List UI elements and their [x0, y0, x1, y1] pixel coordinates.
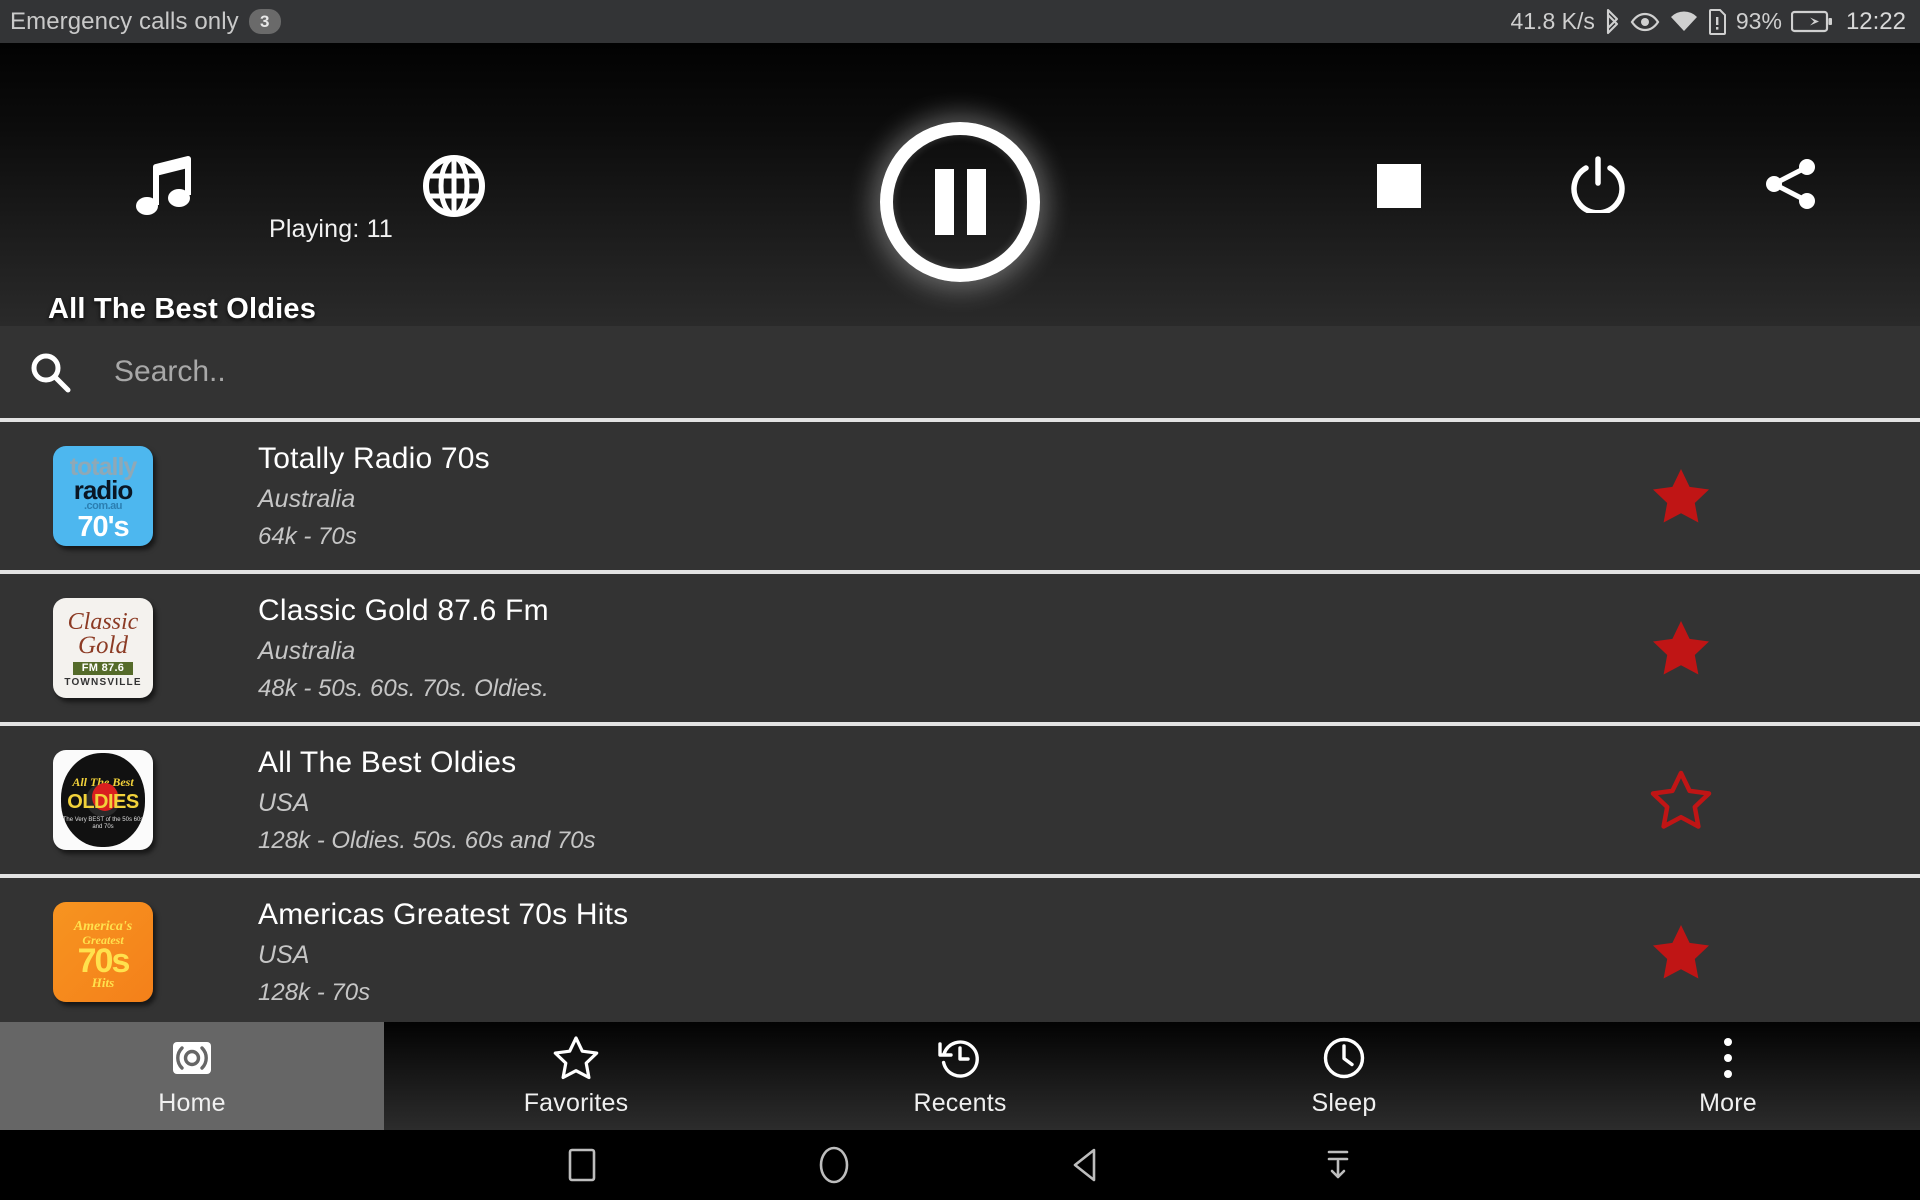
circle-home-icon[interactable] [806, 1137, 862, 1193]
logo-line-3: 70s [77, 941, 131, 980]
notification-count-badge: 3 [248, 9, 281, 34]
history-icon [937, 1034, 983, 1082]
station-country: USA [258, 788, 310, 817]
battery-percent-label: 93% [1735, 8, 1782, 34]
tab-home[interactable]: Home [0, 1022, 384, 1130]
station-name: Americas Greatest 70s Hits [258, 897, 629, 931]
battery-charging-icon [1790, 10, 1833, 33]
station-info: Americas Greatest 70s Hits USA 128k - 70… [258, 898, 628, 1007]
eye-icon [1630, 11, 1660, 33]
status-bar: Emergency calls only 3 41.8 K/s 93% 12:2… [0, 0, 1920, 43]
playing-count-label: Playing: 11 [269, 215, 394, 243]
radio-app-screen: Emergency calls only 3 41.8 K/s 93% 12:2… [0, 0, 1920, 1200]
station-logo: Classic Gold FM 87.6 TOWNSVILLE [53, 598, 153, 698]
tab-recents[interactable]: Recents [768, 1022, 1152, 1130]
globe-icon[interactable] [421, 153, 487, 219]
tab-more[interactable]: More [1536, 1022, 1920, 1130]
square-recents-icon[interactable] [554, 1137, 610, 1193]
vinyl-disc-icon: All The Best OLDIES The Very BEST of the… [61, 753, 145, 847]
favorite-star-outline-icon[interactable] [1650, 769, 1712, 831]
tab-sleep[interactable]: Sleep [1152, 1022, 1536, 1130]
tab-more-label: More [1699, 1089, 1757, 1117]
status-bar-right: 41.8 K/s 93% 12:22 [1510, 7, 1906, 36]
logo-line-1: Classic [67, 609, 139, 635]
station-info: All The Best Oldies USA 128k - Oldies. 5… [258, 746, 596, 855]
station-name: Classic Gold 87.6 Fm [258, 593, 549, 627]
overflow-dots-icon [1721, 1034, 1735, 1082]
table-row[interactable]: All The Best OLDIES The Very BEST of the… [0, 726, 1920, 878]
tab-recents-label: Recents [913, 1089, 1007, 1117]
station-info: Classic Gold 87.6 Fm Australia 48k - 50s… [258, 594, 549, 703]
table-row[interactable]: Classic Gold FM 87.6 TOWNSVILLE Classic … [0, 574, 1920, 726]
station-name: All The Best Oldies [258, 745, 517, 779]
logo-line-4: 70's [77, 510, 129, 543]
station-name: Totally Radio 70s [258, 441, 490, 475]
search-input[interactable] [114, 355, 1920, 389]
station-info: Totally Radio 70s Australia 64k - 70s [258, 442, 490, 551]
station-logo: America's Greatest 70s Hits [53, 902, 153, 1002]
station-list[interactable]: totally radio .com.au 70's Totally Radio… [0, 422, 1920, 1022]
triangle-back-icon[interactable] [1058, 1137, 1114, 1193]
bottom-navigation: Home Favorites Recents Sleep More [0, 1022, 1920, 1130]
logo-line-2: OLDIES [67, 790, 139, 813]
station-country: Australia [258, 636, 356, 665]
logo-line-2: radio [73, 474, 134, 505]
wifi-icon [1669, 9, 1699, 34]
station-meta: 128k - 70s [258, 978, 371, 1006]
tab-sleep-label: Sleep [1311, 1089, 1377, 1117]
clock-label: 12:22 [1845, 7, 1906, 35]
network-speed-label: 41.8 K/s [1510, 8, 1595, 34]
logo-line-4: Hits [91, 974, 115, 990]
clock-icon [1321, 1034, 1367, 1082]
bluetooth-icon [1604, 8, 1621, 35]
tab-home-label: Home [158, 1089, 226, 1117]
logo-line-2: Gold [78, 632, 128, 659]
tab-favorites[interactable]: Favorites [384, 1022, 768, 1130]
pause-ring [880, 122, 1040, 282]
pause-bar-left [934, 169, 954, 235]
logo-line-3: .com.au [83, 499, 123, 512]
table-row[interactable]: America's Greatest 70s Hits Americas Gre… [0, 878, 1920, 1022]
station-meta: 48k - 50s. 60s. 70s. Oldies. [258, 674, 549, 702]
station-country: USA [258, 940, 310, 969]
table-row[interactable]: totally radio .com.au 70's Totally Radio… [0, 422, 1920, 574]
broadcast-icon [169, 1034, 215, 1082]
hide-navbar-icon[interactable] [1310, 1137, 1366, 1193]
station-meta: 128k - Oldies. 50s. 60s and 70s [258, 826, 596, 854]
player-controls-row: Playing: 11 [0, 43, 1920, 282]
android-system-navbar [0, 1130, 1920, 1200]
station-meta: 64k - 70s [258, 522, 357, 550]
logo-line-3: The Very BEST of the 50s 60s and 70s [62, 816, 144, 830]
now-playing-station-title: All The Best Oldies [48, 293, 317, 325]
station-logo: All The Best OLDIES The Very BEST of the… [53, 750, 153, 850]
tab-favorites-label: Favorites [523, 1089, 629, 1117]
carrier-label: Emergency calls only [10, 7, 239, 35]
pause-bar-right [966, 169, 986, 235]
station-country: Australia [258, 484, 356, 513]
power-button[interactable] [1565, 151, 1631, 217]
favorite-star-filled-icon[interactable] [1650, 617, 1712, 679]
logo-line-1: America's [73, 918, 133, 934]
station-logo: totally radio .com.au 70's [53, 446, 153, 546]
search-icon [26, 348, 74, 396]
logo-line-4: TOWNSVILLE [64, 677, 142, 688]
star-outline-icon [553, 1034, 599, 1082]
status-bar-left: Emergency calls only 3 [10, 8, 281, 36]
favorite-star-filled-icon[interactable] [1650, 921, 1712, 983]
favorite-star-filled-icon[interactable] [1650, 465, 1712, 527]
sim-alert-icon [1708, 8, 1727, 35]
search-bar [0, 326, 1920, 422]
pause-button[interactable] [866, 108, 1054, 296]
logo-line-3: FM 87.6 [72, 662, 134, 675]
player-header: Playing: 11 All The Best Oldies [0, 43, 1920, 326]
music-note-icon[interactable] [130, 151, 200, 221]
stop-button[interactable] [1368, 155, 1430, 217]
share-icon[interactable] [1758, 151, 1824, 217]
